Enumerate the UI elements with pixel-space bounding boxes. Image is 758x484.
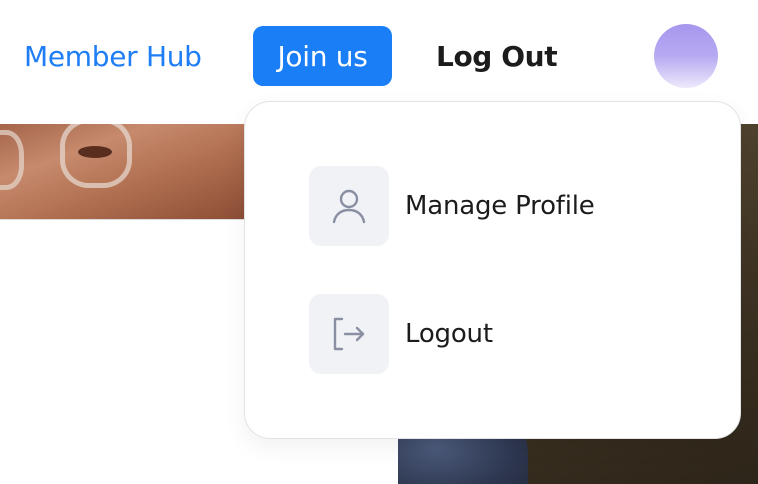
join-us-button[interactable]: Join us [253, 26, 392, 86]
user-icon [332, 189, 366, 224]
menu-item-label: Logout [405, 319, 493, 349]
hero-photo-left [0, 124, 246, 220]
log-out-link[interactable]: Log Out [436, 40, 558, 74]
eye [78, 146, 112, 158]
menu-item-label: Manage Profile [405, 191, 595, 221]
menu-item-logout[interactable]: Logout [309, 294, 709, 374]
menu-item-manage-profile[interactable]: Manage Profile [309, 166, 709, 246]
glasses-lens [0, 130, 24, 190]
menu-icon-container [309, 166, 389, 246]
avatar[interactable] [654, 24, 718, 88]
profile-dropdown-menu: Manage Profile Logout [244, 101, 741, 439]
logout-icon [333, 317, 365, 351]
menu-icon-container [309, 294, 389, 374]
member-hub-link[interactable]: Member Hub [24, 40, 202, 74]
